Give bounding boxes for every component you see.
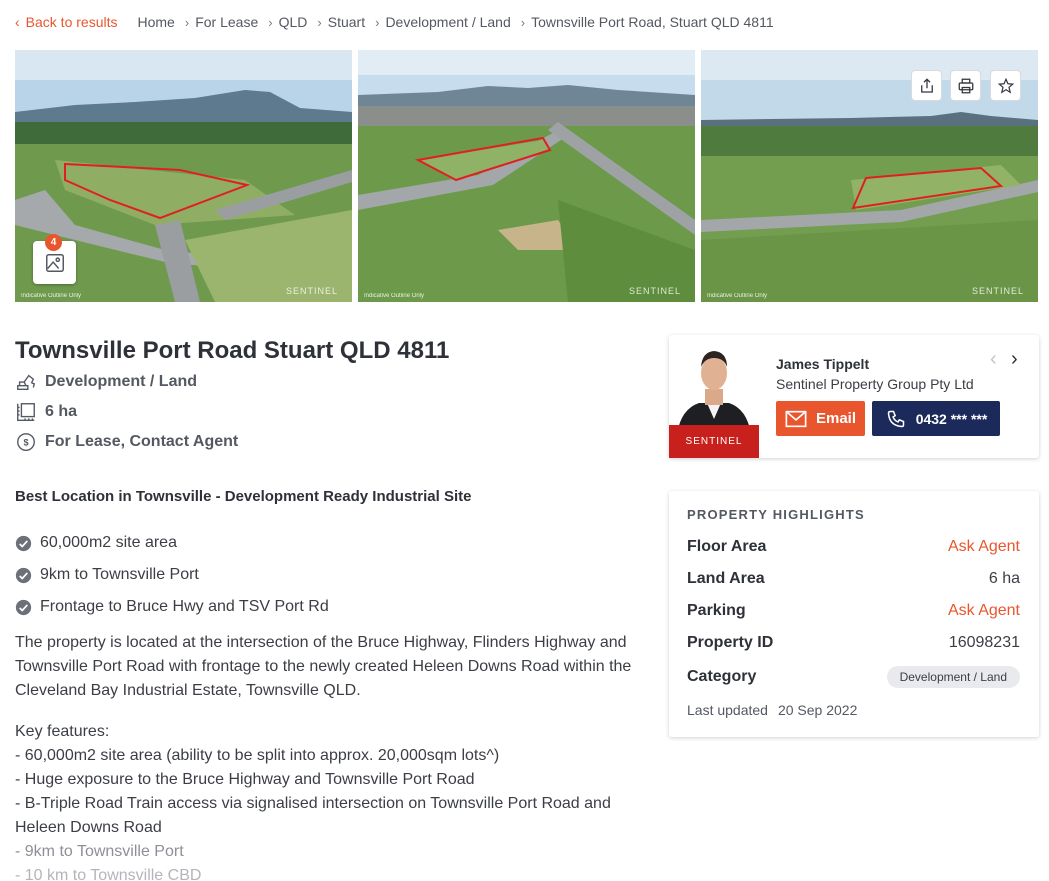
envelope-icon (785, 410, 807, 427)
star-icon (997, 77, 1014, 94)
highlight-land-area: Land Area 6 ha (687, 570, 1020, 587)
chevron-right-icon[interactable]: › (1011, 348, 1018, 371)
price-row: $ For Lease, Contact Agent (15, 431, 238, 453)
call-agent-button[interactable]: 0432 *** *** (872, 401, 1000, 436)
breadcrumb-item-for-lease[interactable]: For Lease (195, 14, 258, 30)
feature-line: - Huge exposure to the Bruce Highway and… (15, 771, 475, 788)
gallery-photo-3[interactable]: Indicative Outline Only SENTINEL (701, 50, 1038, 302)
chevron-right-icon: › (268, 14, 273, 30)
land-area-icon (17, 403, 35, 421)
share-button[interactable] (911, 70, 942, 101)
chevron-left-icon[interactable]: ‹ (990, 348, 997, 371)
list-item: Frontage to Bruce Hwy and TSV Port Rd (15, 591, 329, 623)
highlight-floor-area: Floor Area Ask Agent (687, 538, 1020, 556)
breadcrumb-item-state[interactable]: QLD (279, 14, 308, 30)
chevron-right-icon: › (317, 14, 322, 30)
photo-gallery: Indicative Outline Only SENTINEL 4 Indic… (15, 50, 1038, 302)
print-button[interactable] (950, 70, 981, 101)
breadcrumb-item-home[interactable]: Home (138, 14, 175, 30)
ask-agent-link[interactable]: Ask Agent (948, 602, 1020, 620)
highlights-title: PROPERTY HIGHLIGHTS (687, 507, 865, 522)
feature-line: - 10 km to Townsville CBD (15, 867, 202, 881)
features-heading: Key features: (15, 723, 110, 740)
category-pill[interactable]: Development / Land (886, 666, 1020, 688)
list-item: 9km to Townsville Port (15, 559, 329, 591)
phone-icon (887, 410, 904, 427)
property-type-row: Development / Land (15, 371, 197, 393)
email-agent-button[interactable]: Email (776, 401, 865, 436)
chevron-right-icon: › (184, 14, 190, 30)
feature-line: - 60,000m2 site area (ability to be spli… (15, 747, 500, 764)
photo-caption: Indicative Outline Only (21, 293, 82, 299)
check-circle-icon (15, 535, 32, 551)
watermark-logo: SENTINEL (971, 286, 1024, 296)
svg-text:$: $ (23, 438, 28, 448)
property-highlights: PROPERTY HIGHLIGHTS Floor Area Ask Agent… (669, 491, 1039, 737)
listing-description: The property is located at the intersect… (15, 634, 632, 699)
photo-caption: Indicative Outline Only (364, 293, 425, 299)
breadcrumb: ‹ Back to results Home › For Lease › QLD… (15, 14, 774, 30)
highlight-category: Category Development / Land (687, 666, 1020, 688)
photo-caption: Indicative Outline Only (707, 293, 768, 299)
listing-headline: Best Location in Townsville - Developmen… (15, 488, 472, 505)
listing-title: Townsville Port Road Stuart QLD 4811 (15, 337, 450, 364)
dollar-icon: $ (17, 433, 35, 451)
watermark-logo: SENTINEL (285, 286, 338, 296)
highlight-property-id: Property ID 16098231 (687, 634, 1020, 651)
gallery-photo-2[interactable]: Indicative Outline Only SENTINEL (358, 50, 695, 302)
feature-line: - B-Triple Road Train access via signali… (15, 795, 611, 836)
gallery-photo-1[interactable]: Indicative Outline Only SENTINEL 4 (15, 50, 352, 302)
favourite-button[interactable] (990, 70, 1021, 101)
breadcrumb-item-current: Townsville Port Road, Stuart QLD 4811 (531, 14, 774, 30)
land-size-row: 6 ha (15, 401, 77, 423)
photo-count-badge: 4 (45, 234, 62, 251)
back-to-results-link[interactable]: ‹ Back to results (15, 14, 118, 30)
agent-name[interactable]: James Tippelt (776, 356, 869, 372)
share-icon (920, 77, 933, 93)
highlight-parking: Parking Ask Agent (687, 602, 1020, 620)
ask-agent-link[interactable]: Ask Agent (948, 538, 1020, 556)
watermark-logo: SENTINEL (628, 286, 681, 296)
check-circle-icon (15, 599, 32, 615)
chevron-left-icon: ‹ (15, 14, 20, 30)
excavator-icon (17, 374, 36, 391)
feature-line: - 9km to Townsville Port (15, 843, 184, 860)
image-icon (45, 253, 64, 272)
agent-card: SENTINEL James Tippelt Sentinel Property… (669, 335, 1039, 458)
key-features: Key features: - 60,000m2 site area (abil… (15, 720, 645, 881)
list-item: 60,000m2 site area (15, 527, 329, 559)
agency-logo: SENTINEL (669, 425, 759, 458)
last-updated: Last updated 20 Sep 2022 (687, 702, 858, 718)
breadcrumb-item-category[interactable]: Development / Land (385, 14, 510, 30)
check-circle-icon (15, 567, 32, 583)
agency-name[interactable]: Sentinel Property Group Pty Ltd (776, 376, 974, 392)
chevron-right-icon: › (520, 14, 526, 30)
printer-icon (958, 78, 973, 93)
key-points-list: 60,000m2 site area 9km to Townsville Por… (15, 527, 329, 623)
chevron-right-icon: › (375, 14, 380, 30)
breadcrumb-item-suburb[interactable]: Stuart (328, 14, 365, 30)
view-all-photos-button[interactable]: 4 (33, 234, 76, 284)
